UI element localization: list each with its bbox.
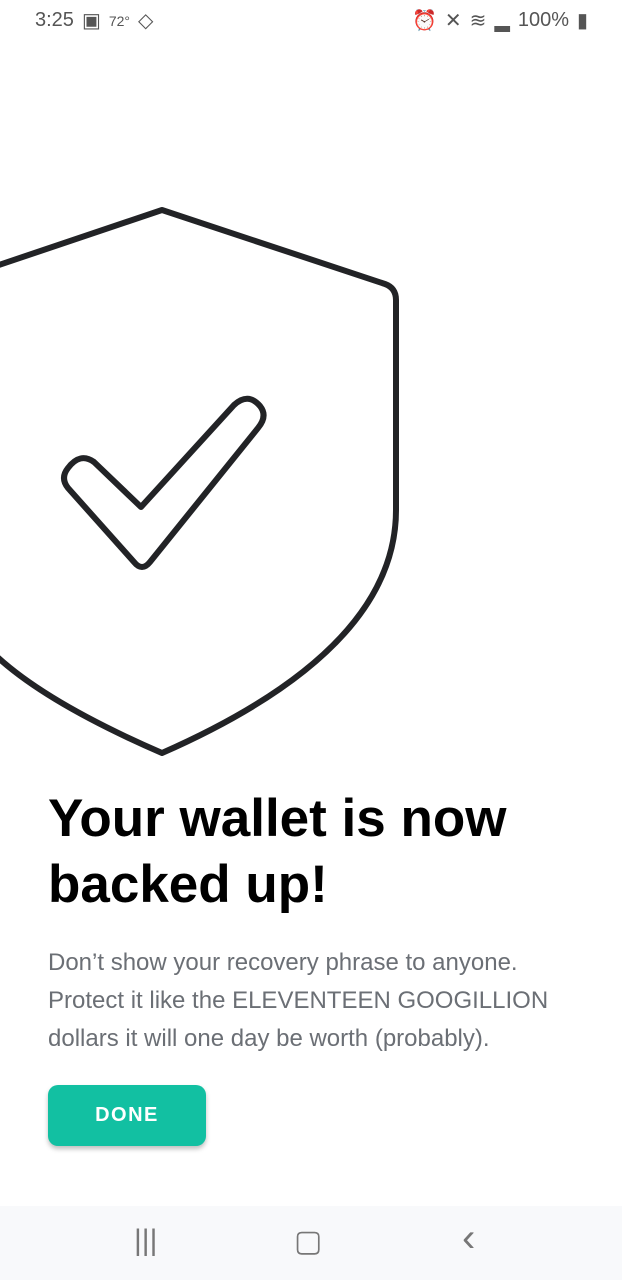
wifi-icon: ≋ [469,10,487,32]
image-icon: ▣ [81,10,101,32]
recents-button[interactable]: ||| [134,1224,157,1258]
clock: 3:25 [35,9,74,31]
status-bar: 3:25 ▣ 72° ◇ ⏰ ✕ ≋ ▂ 100% ▮ [0,0,622,40]
alarm-icon: ⏰ [412,10,437,32]
shield-check-icon [0,207,399,756]
temperature: 72° [108,12,131,29]
battery-icon: ▮ [576,10,588,32]
signal-icon: ▂ [494,10,510,32]
shield-status-icon: ◇ [138,10,154,32]
back-button[interactable]: ‹ [462,1216,475,1261]
done-button[interactable]: DONE [48,1085,206,1146]
description: Don’t show your recovery phrase to anyon… [48,949,549,1052]
navigation-bar: ||| ▢ ‹ [0,1206,622,1280]
mute-icon: ✕ [444,10,462,32]
home-button[interactable]: ▢ [294,1224,322,1259]
page-title: Your wallet is now backed up! [48,789,507,914]
battery-level: 100% [517,9,569,31]
